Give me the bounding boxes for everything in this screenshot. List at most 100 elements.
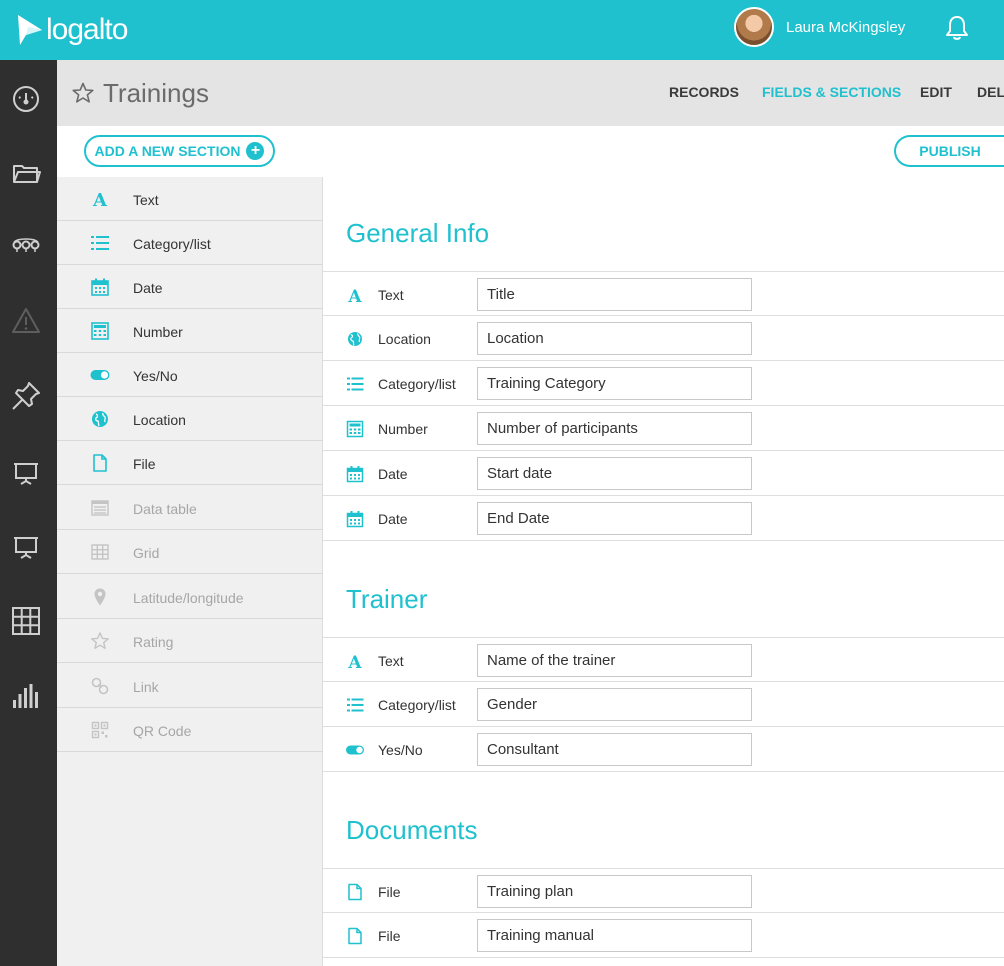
field-name-input[interactable]: Gender [477, 688, 752, 721]
logo[interactable]: logalto [16, 12, 128, 48]
grid-icon[interactable] [10, 605, 42, 637]
tab-edit[interactable]: EDIT [920, 84, 952, 100]
palette-item-location[interactable]: Location [57, 397, 323, 441]
list-icon [347, 698, 364, 712]
link-icon [91, 677, 109, 695]
palette-item-label: Latitude/longitude [133, 590, 244, 606]
publish-button[interactable]: PUBLISH [894, 135, 1004, 167]
svg-text:A: A [347, 653, 362, 670]
calculator-icon [91, 322, 109, 340]
field-type-label: Text [378, 287, 404, 303]
field-row[interactable]: Category/list Gender [323, 682, 1004, 727]
folder-icon[interactable] [10, 157, 42, 189]
toggle-icon [346, 745, 364, 755]
palette-item-label: Category/list [133, 236, 211, 252]
top-bar: logalto Laura McKingsley [0, 0, 1004, 60]
sub-header: Trainings RECORDS FIELDS & SECTIONS EDIT… [57, 60, 1004, 126]
field-row[interactable]: Number Number of participants [323, 406, 1004, 451]
tab-fields-and-sections[interactable]: FIELDS & SECTIONS [762, 84, 901, 100]
field-row[interactable]: File Training manual [323, 913, 1004, 958]
palette-item-file[interactable]: File [57, 441, 323, 485]
field-name-input[interactable]: Training manual [477, 919, 752, 952]
field-name-input[interactable]: Start date [477, 457, 752, 490]
file-icon [93, 454, 107, 472]
file-icon [348, 883, 362, 901]
field-row[interactable]: Date End Date [323, 496, 1004, 541]
warning-icon[interactable] [10, 305, 42, 337]
avatar[interactable] [734, 7, 774, 47]
add-section-button[interactable]: ADD A NEW SECTION + [84, 135, 275, 167]
palette-item-yes-no[interactable]: Yes/No [57, 353, 323, 397]
field-row[interactable]: Category/list Training Category [323, 361, 1004, 406]
logo-text: logalto [46, 13, 128, 46]
tab-delete[interactable]: DEL [977, 84, 1004, 100]
field-type-label: Location [378, 331, 431, 347]
field-row[interactable]: A Text Name of the trainer [323, 637, 1004, 682]
workflow-icon[interactable] [10, 230, 42, 262]
palette-item-rating: Rating [57, 619, 323, 663]
qr-code-icon [91, 721, 109, 739]
field-name-input[interactable]: Consultant [477, 733, 752, 766]
field-row[interactable]: File Training plan [323, 868, 1004, 913]
palette-item-number[interactable]: Number [57, 309, 323, 353]
palette-item-category-list[interactable]: Category/list [57, 221, 323, 265]
favorite-star-icon[interactable] [71, 81, 95, 105]
globe-icon [92, 411, 108, 427]
palette-item-label: Text [133, 192, 159, 208]
presentation-icon[interactable] [10, 530, 42, 562]
calculator-icon [346, 420, 364, 438]
field-name-input[interactable]: Title [477, 278, 752, 311]
palette-item-label: Rating [133, 634, 174, 650]
section-title[interactable]: Documents [346, 815, 478, 846]
grid-icon [91, 544, 109, 560]
field-type-label: Category/list [378, 376, 456, 392]
field-type-label: Date [378, 466, 408, 482]
calendar-icon [91, 278, 109, 296]
logo-arrow-icon [18, 15, 42, 45]
section-title[interactable]: Trainer [346, 584, 427, 615]
svg-text:A: A [92, 190, 108, 209]
field-row[interactable]: Date Start date [323, 451, 1004, 496]
field-name-input[interactable]: Location [477, 322, 752, 355]
field-name-input[interactable]: Training plan [477, 875, 752, 908]
palette-item-date[interactable]: Date [57, 265, 323, 309]
data-table-icon [91, 500, 109, 516]
toggle-icon [90, 370, 110, 380]
palette-item-label: Data table [133, 501, 197, 517]
bar-chart-icon[interactable] [10, 680, 42, 712]
palette-item-label: Link [133, 679, 159, 695]
section-title[interactable]: General Info [346, 218, 489, 249]
palette-item-label: Location [133, 412, 186, 428]
globe-icon [348, 332, 362, 346]
field-type-label: Date [378, 511, 408, 527]
palette-item-label: Yes/No [133, 368, 178, 384]
field-row[interactable]: Location Location [323, 316, 1004, 361]
presentation-icon[interactable] [10, 456, 42, 488]
field-name-input[interactable]: Number of participants [477, 412, 752, 445]
page-title: Trainings [103, 78, 209, 108]
svg-text:A: A [347, 287, 362, 304]
calendar-icon [346, 466, 364, 483]
file-icon [348, 927, 362, 945]
user-name[interactable]: Laura McKingsley [786, 19, 905, 36]
field-row[interactable]: Yes/No Consultant [323, 727, 1004, 772]
tab-records[interactable]: RECORDS [669, 84, 739, 100]
dashboard-icon[interactable] [10, 83, 42, 115]
plus-circle-icon: + [246, 142, 265, 160]
palette-item-label: Grid [133, 545, 160, 561]
palette-item-grid: Grid [57, 530, 323, 574]
field-type-label: Text [378, 653, 404, 669]
field-row[interactable]: A Text Title [323, 271, 1004, 316]
left-rail [0, 60, 57, 966]
field-type-label: File [378, 884, 401, 900]
palette-item-data-table: Data table [57, 486, 323, 530]
field-name-input[interactable]: Name of the trainer [477, 644, 752, 677]
pin-icon[interactable] [10, 380, 42, 412]
field-type-label: Yes/No [378, 742, 423, 758]
bell-icon[interactable] [944, 14, 970, 42]
star-icon [91, 632, 109, 649]
field-name-input[interactable]: Training Category [477, 367, 752, 400]
palette-item-text[interactable]: A Text [57, 177, 323, 221]
palette-item-label: Number [133, 324, 183, 340]
field-name-input[interactable]: End Date [477, 502, 752, 535]
